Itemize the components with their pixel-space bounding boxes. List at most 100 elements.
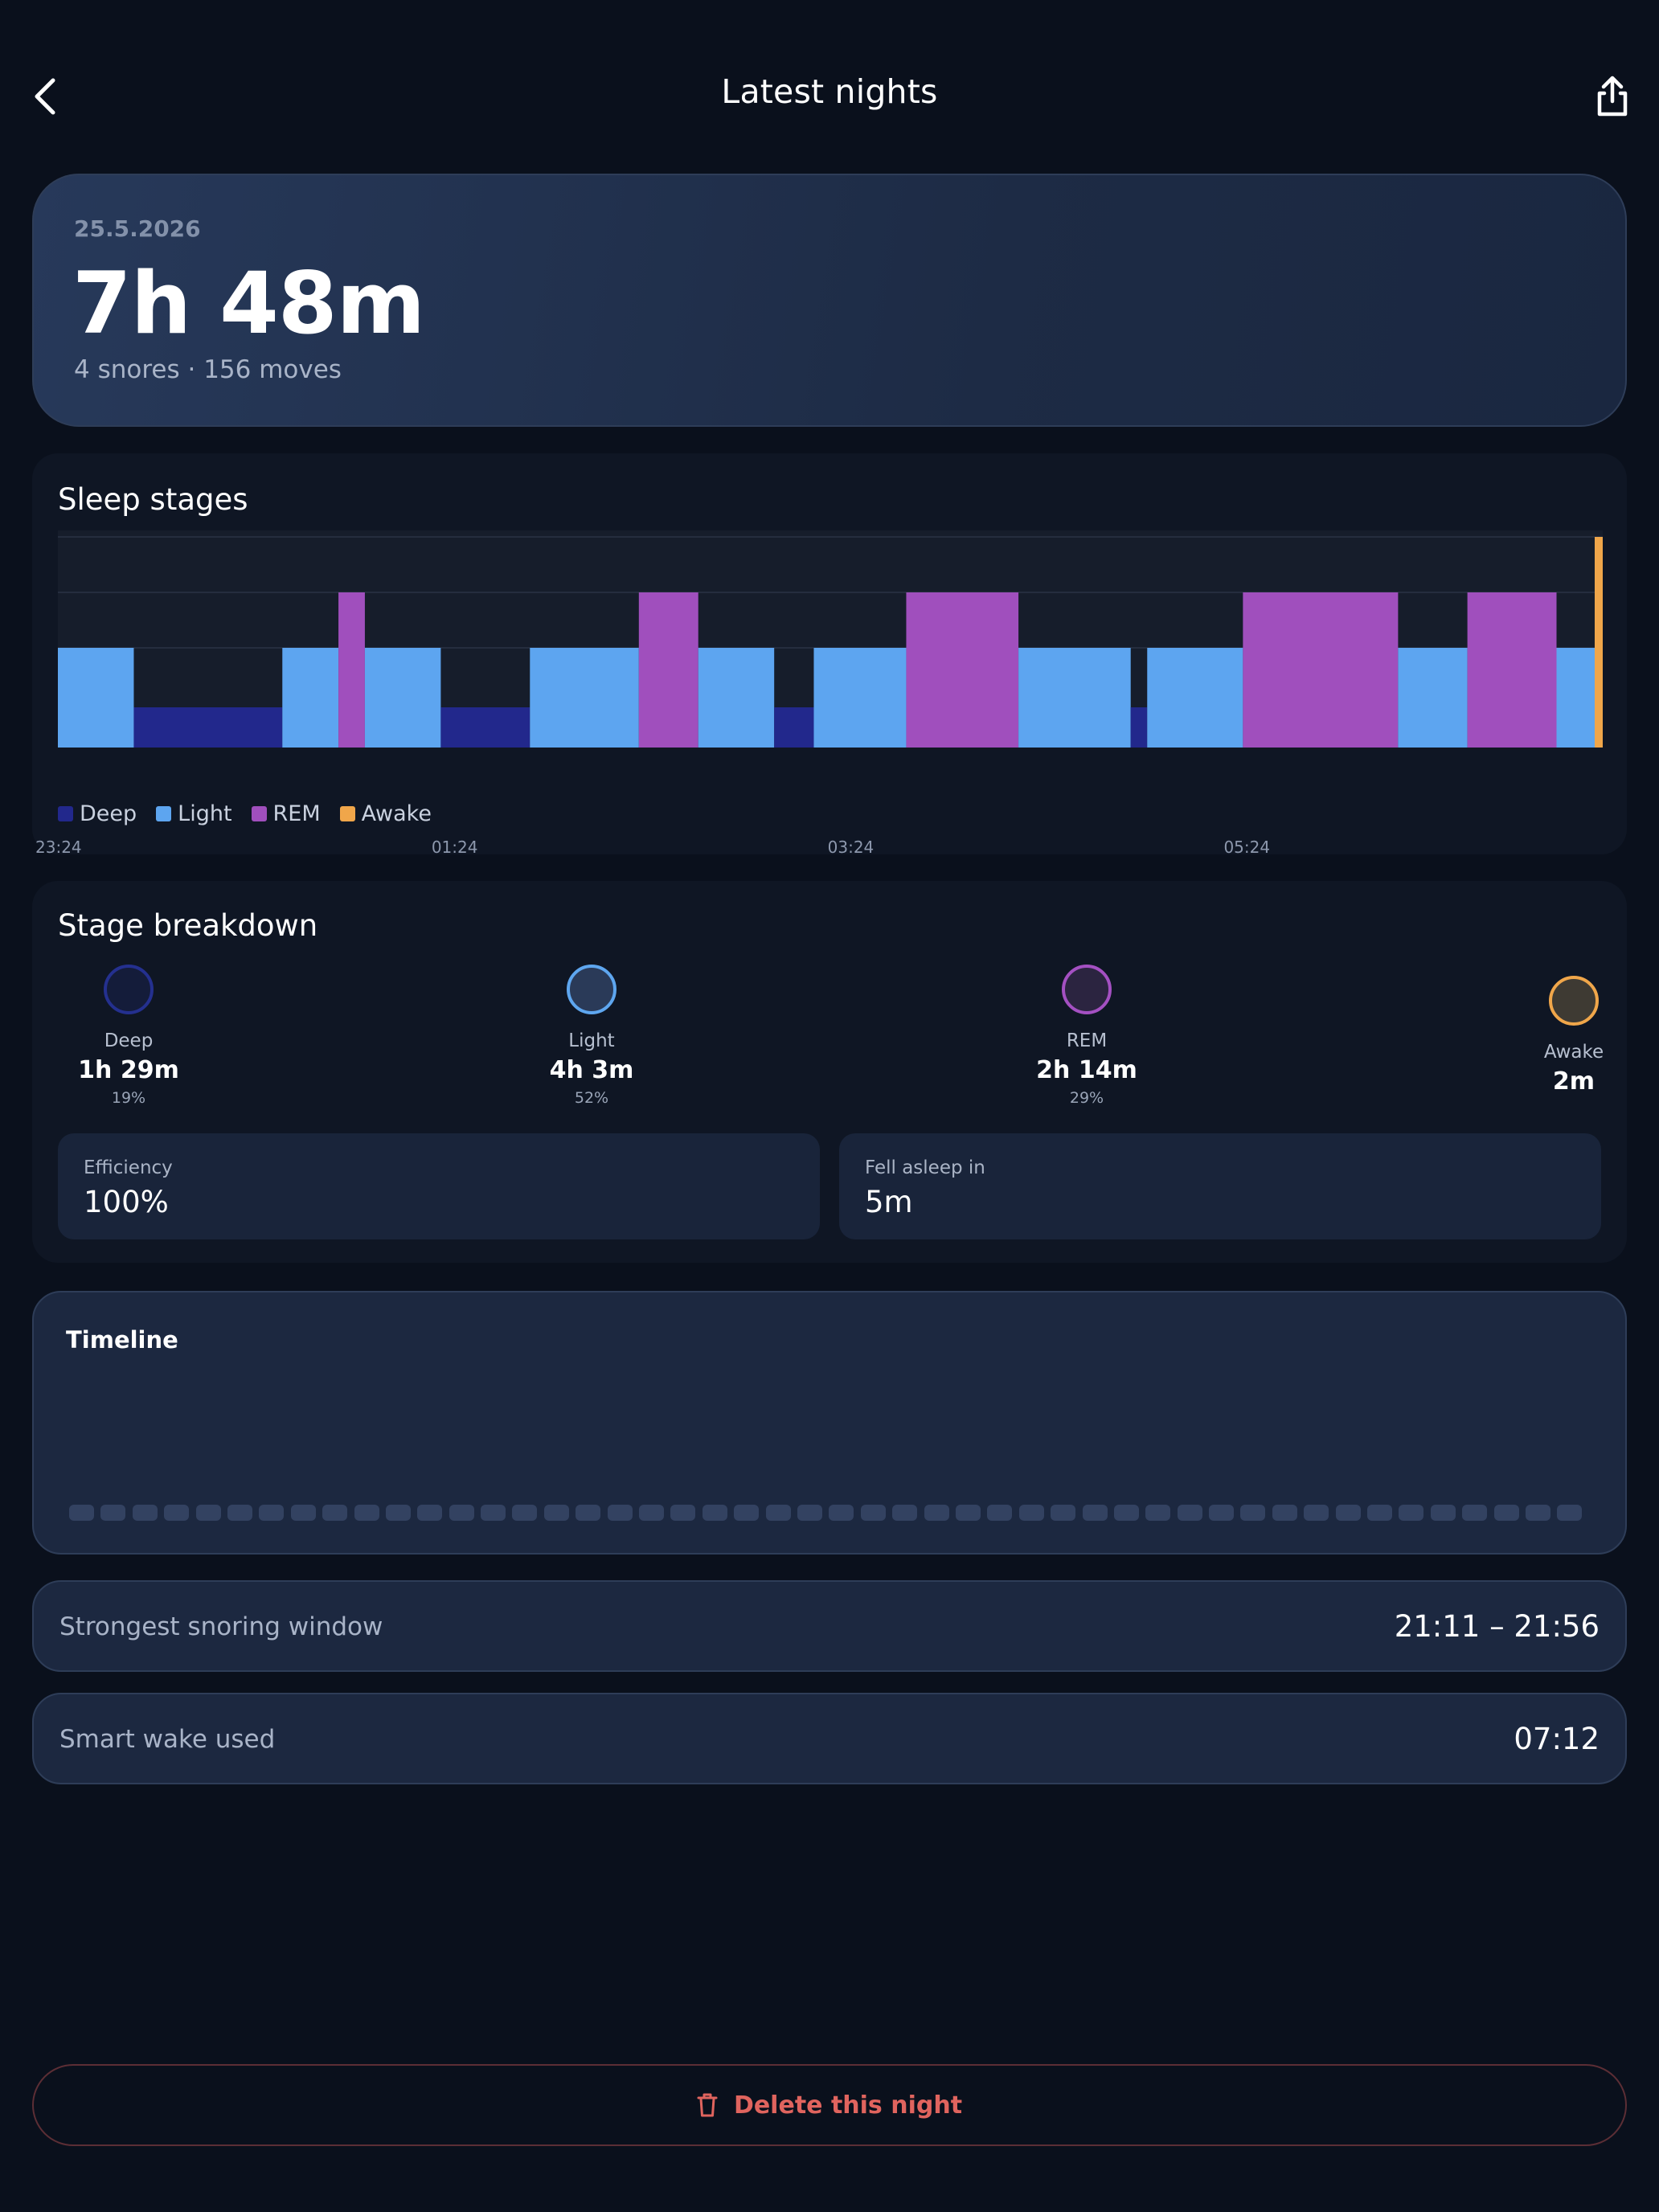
timeline-bar <box>1018 1505 1044 1521</box>
stage-segment-light <box>282 648 339 748</box>
smart-wake-row: Smart wake used 07:12 <box>32 1693 1627 1784</box>
efficiency-value: 100% <box>84 1185 169 1219</box>
page-title: Latest nights <box>721 72 938 111</box>
timeline-bar <box>576 1505 601 1521</box>
stage-segment-awake <box>1595 537 1603 748</box>
timeline-bar <box>924 1505 949 1521</box>
timeline-bar <box>322 1505 348 1521</box>
timeline-bar <box>734 1505 760 1521</box>
stage-duration: 1h 29m <box>78 1056 179 1084</box>
legend-item-deep: Deep <box>58 801 137 826</box>
stage-breakdown-card: Stage breakdown Deep 1h 29m 19% Light 4h… <box>32 881 1627 1263</box>
stage-name: Light <box>568 1030 615 1051</box>
x-tick-label: 01:24 <box>431 838 478 857</box>
stage-breakdown-title: Stage breakdown <box>58 908 318 943</box>
timeline-bar <box>259 1505 285 1521</box>
chart-legend: Deep Light REM Awake <box>58 801 432 826</box>
timeline-bar <box>1113 1505 1139 1521</box>
timeline-bar <box>670 1505 696 1521</box>
stage-name: Awake <box>1543 1042 1604 1063</box>
timeline-bar <box>1493 1505 1519 1521</box>
stage-segment-deep <box>774 707 814 748</box>
snoring-window-label: Strongest snoring window <box>59 1612 383 1641</box>
timeline-bar <box>797 1505 822 1521</box>
timeline-bar <box>164 1505 190 1521</box>
timeline-bar <box>892 1505 918 1521</box>
hypnogram-svg <box>58 530 1603 748</box>
trash-icon <box>697 2093 718 2117</box>
stage-segment-light <box>58 648 134 748</box>
timeline-bar <box>227 1505 252 1521</box>
stage-segment-light <box>1147 648 1243 748</box>
timeline-bar <box>1082 1505 1108 1521</box>
stage-segment-rem <box>1467 592 1557 748</box>
timeline-bar <box>1557 1505 1583 1521</box>
stage-percent: 29% <box>1069 1089 1104 1107</box>
rem-ring-icon <box>1062 965 1112 1014</box>
legend-item-light: Light <box>156 801 232 826</box>
legend-label: Awake <box>361 801 432 826</box>
light-ring-icon <box>567 965 616 1014</box>
x-tick-label: 23:24 <box>35 838 82 857</box>
timeline-bar <box>607 1505 633 1521</box>
stage-segment-deep <box>440 707 530 748</box>
timeline-bar <box>702 1505 727 1521</box>
share-button[interactable] <box>1593 74 1632 119</box>
stage-segment-light <box>1018 648 1131 748</box>
timeline-bar <box>1399 1505 1424 1521</box>
timeline-card: Timeline <box>32 1291 1627 1555</box>
stage-segment-light <box>1556 648 1596 748</box>
stage-segment-light <box>698 648 775 748</box>
timeline-bar <box>1367 1505 1393 1521</box>
stage-segment-deep <box>1130 707 1148 748</box>
timeline-bar <box>100 1505 126 1521</box>
legend-label: Deep <box>80 801 137 826</box>
timeline-bar <box>1209 1505 1235 1521</box>
stage-name: Deep <box>104 1030 154 1051</box>
timeline-bar <box>1051 1505 1076 1521</box>
stage-segment-rem <box>1243 592 1399 748</box>
legend-swatch <box>156 806 172 821</box>
delete-night-button[interactable]: Delete this night <box>32 2064 1627 2146</box>
timeline-bar <box>1145 1505 1171 1521</box>
stage-segment-rem <box>906 592 1019 748</box>
stage-awake: Awake 2m <box>1493 976 1654 1096</box>
stage-duration: 2h 14m <box>1036 1056 1137 1084</box>
timeline-bar <box>69 1505 94 1521</box>
legend-swatch <box>251 806 267 821</box>
deep-ring-icon <box>104 965 154 1014</box>
night-summary-card: 25.5.2026 7h 48m 4 snores · 156 moves <box>32 174 1627 427</box>
x-tick-label: 03:24 <box>827 838 875 857</box>
timeline-bar <box>639 1505 665 1521</box>
stage-segment-deep <box>133 707 283 748</box>
timeline-bar <box>1430 1505 1456 1521</box>
timeline-bar <box>829 1505 854 1521</box>
sleep-stages-card: Sleep stages 23:24 01:24 03:24 05:24 Deep Li… <box>32 453 1627 857</box>
efficiency-tile: Efficiency 100% <box>58 1133 820 1239</box>
timeline-bar <box>1240 1505 1266 1521</box>
timeline-bar <box>860 1505 886 1521</box>
smart-wake-value: 07:12 <box>1514 1722 1600 1756</box>
timeline-bar <box>290 1505 316 1521</box>
snoring-window-value: 21:11 – 21:56 <box>1394 1609 1600 1644</box>
timeline-bar <box>449 1505 474 1521</box>
timeline-bar <box>1272 1505 1297 1521</box>
stage-light: Light 4h 3m 52% <box>511 965 672 1107</box>
efficiency-label: Efficiency <box>84 1157 173 1178</box>
awake-ring-icon <box>1549 976 1599 1026</box>
delete-night-label: Delete this night <box>733 2091 963 2120</box>
snoring-window-row: Strongest snoring window 21:11 – 21:56 <box>32 1580 1627 1672</box>
stage-rem: REM 2h 14m 29% <box>1006 965 1167 1107</box>
stage-deep: Deep 1h 29m 19% <box>48 965 209 1107</box>
header-bar: Latest nights <box>0 0 1659 193</box>
stage-percent: 19% <box>111 1089 146 1107</box>
stage-segment-rem <box>338 592 365 748</box>
timeline-bar <box>1335 1505 1361 1521</box>
stage-segment-light <box>1398 648 1468 748</box>
stage-name: REM <box>1066 1030 1108 1051</box>
stage-segment-light <box>813 648 907 748</box>
timeline-bar <box>354 1505 379 1521</box>
smart-wake-label: Smart wake used <box>59 1725 276 1754</box>
legend-item-awake: Awake <box>339 801 432 826</box>
legend-swatch <box>58 806 73 821</box>
